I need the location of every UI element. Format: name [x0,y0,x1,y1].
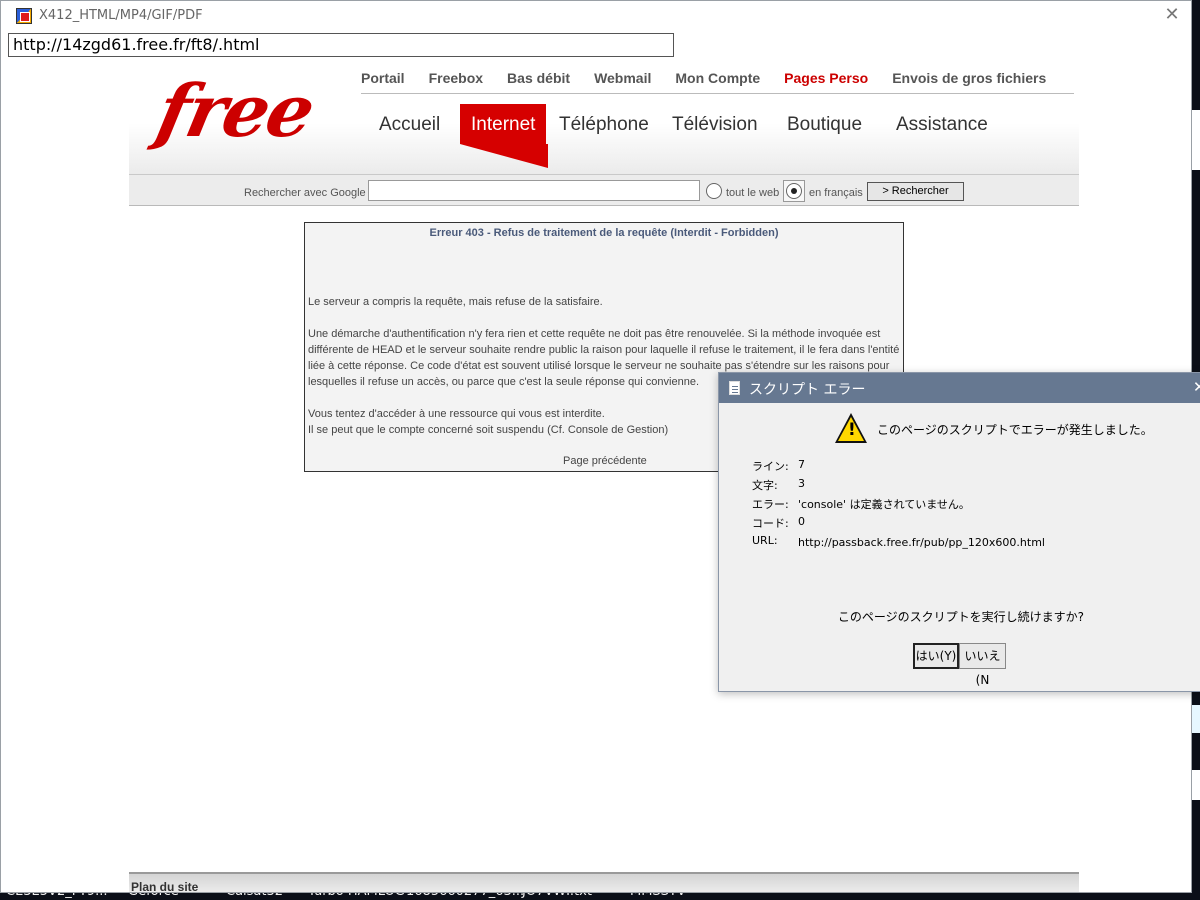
app-icon [16,8,32,24]
site-header: free Portail Freebox Bas débit Webmail M… [129,61,1079,174]
top-nav-envois[interactable]: Envois de gros fichiers [892,70,1046,93]
top-nav: Portail Freebox Bas débit Webmail Mon Co… [361,70,1074,94]
dialog-titlebar[interactable]: スクリプト エラー ✕ [719,373,1200,403]
radio-fr-label: en français [809,187,863,199]
site-footer: Plan du site [129,872,1079,892]
search-input[interactable] [368,180,700,201]
radio-fr-frame [783,180,805,202]
script-error-dialog: スクリプト エラー ✕ このページのスクリプトでエラーが発生しました。 ライン:… [718,372,1200,692]
top-nav-pages-perso[interactable]: Pages Perso [784,70,868,93]
main-nav-boutique[interactable]: Boutique [787,114,862,136]
field-value-url: http://passback.free.fr/pub/pp_120x600.h… [798,536,1045,549]
main-nav-television[interactable]: Télévision [672,114,758,136]
free-logo[interactable]: free [150,68,321,153]
warning-icon [835,413,867,443]
search-bar: Rechercher avec Google tout le web en fr… [129,174,1079,206]
main-nav-accueil[interactable]: Accueil [379,114,440,136]
close-icon[interactable]: ✕ [1193,378,1200,396]
top-nav-freebox[interactable]: Freebox [429,70,483,93]
field-value-line: 7 [798,458,805,471]
dialog-message: このページのスクリプトでエラーが発生しました。 [877,423,1153,437]
active-tab-pointer [460,144,548,168]
main-nav-telephone[interactable]: Téléphone [559,114,649,136]
main-nav: Accueil Internet Téléphone Télévision Bo… [361,104,1074,168]
search-label: Rechercher avec Google [244,187,366,199]
window-title: X412_HTML/MP4/GIF/PDF [39,8,203,23]
radio-web-label: tout le web [726,187,780,199]
radio-web[interactable] [706,183,722,199]
previous-page-link[interactable]: Page précédente [563,455,647,467]
error-title: Erreur 403 - Refus de traitement de la r… [429,227,779,239]
field-label-error: エラー: [752,498,789,511]
error-text: Le serveur a compris la requête, mais re… [308,296,603,308]
top-nav-portail[interactable]: Portail [361,70,405,93]
field-label-char: 文字: [752,479,778,492]
field-label-line: ライン: [752,460,789,473]
top-nav-webmail[interactable]: Webmail [594,70,651,93]
dialog-title: スクリプト エラー [749,382,866,398]
url-input[interactable]: http://14zgd61.free.fr/ft8/.html [8,33,674,57]
top-nav-bas-debit[interactable]: Bas débit [507,70,570,93]
field-label-url: URL: [752,534,778,547]
sitemap-link[interactable]: Plan du site [131,880,198,892]
field-label-code: コード: [752,517,789,530]
main-nav-assistance[interactable]: Assistance [896,114,988,136]
field-value-code: 0 [798,515,805,528]
top-nav-mon-compte[interactable]: Mon Compte [675,70,760,93]
search-button[interactable]: > Rechercher [867,182,964,201]
main-nav-internet[interactable]: Internet [460,104,547,144]
radio-fr[interactable] [786,183,802,199]
no-button[interactable]: いいえ(N [959,643,1006,687]
field-value-char: 3 [798,477,805,490]
close-icon[interactable]: ✕ [1161,4,1183,26]
dialog-question: このページのスクリプトを実行し続けますか? [837,610,1085,624]
error-text: différente de HEAD et le serveur souhait… [308,344,900,356]
field-value-error: 'console' は定義されていません。 [798,498,970,511]
document-icon [729,381,740,395]
error-text: Une démarche d'authentification n'y fera… [308,328,881,340]
window-titlebar[interactable]: X412_HTML/MP4/GIF/PDF ✕ [1,1,1191,31]
yes-button[interactable]: はい(Y) [913,643,959,669]
